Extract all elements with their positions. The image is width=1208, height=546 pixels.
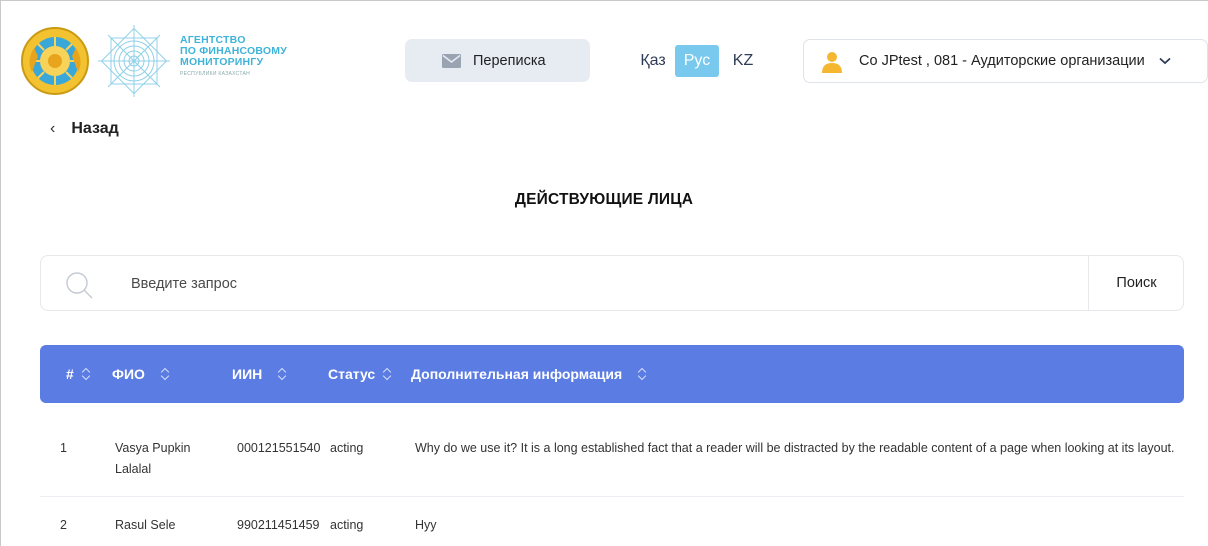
user-icon (822, 52, 842, 73)
column-header-status[interactable]: Статус (328, 366, 393, 382)
column-header-fio[interactable]: ФИО (112, 366, 171, 382)
table-header: # ФИО ИИН Статус Дополнительная информац… (40, 345, 1184, 403)
column-header-iin[interactable]: ИИН (232, 366, 288, 382)
agency-name: АГЕНТСТВО ПО ФИНАНСОВОМУ МОНИТОРИНГУ РЕС… (180, 35, 330, 78)
header: АГЕНТСТВО ПО ФИНАНСОВОМУ МОНИТОРИНГУ РЕС… (0, 0, 1208, 112)
column-label: ФИО (112, 366, 145, 382)
correspondence-label: Переписка (473, 52, 546, 69)
agency-logo-icon[interactable] (94, 22, 174, 100)
sort-icon[interactable] (278, 366, 288, 382)
sort-icon[interactable] (638, 366, 648, 382)
chevron-down-icon[interactable] (1159, 57, 1171, 65)
cell-number: 2 (60, 518, 67, 532)
sort-icon[interactable] (82, 366, 92, 382)
cell-number: 1 (60, 441, 67, 455)
sort-icon[interactable] (383, 366, 393, 382)
cell-info: Why do we use it? It is a long establish… (415, 441, 1175, 455)
table-row[interactable]: 1 Vasya Pupkin Lalalal 000121551540 acti… (40, 418, 1184, 497)
cell-iin: 990211451459 (237, 518, 320, 532)
search-input[interactable] (131, 270, 1031, 298)
column-header-info[interactable]: Дополнительная информация (411, 366, 648, 382)
column-header-number[interactable]: # (66, 366, 92, 382)
agency-name-line: МОНИТОРИНГУ (180, 56, 264, 68)
kazakhstan-emblem-icon[interactable] (20, 26, 90, 96)
table-row[interactable]: 2 Rasul Sele 990211451459 acting Hyy (40, 497, 1184, 546)
page-title: ДЕЙСТВУЮЩИЕ ЛИЦА (514, 191, 694, 208)
cell-fio: Rasul Sele (115, 518, 176, 532)
user-name: Co JPtest , 081 - Аудиторские организаци… (859, 53, 1145, 69)
language-kaz[interactable]: Қаз (635, 45, 671, 77)
language-rus[interactable]: Рус (675, 45, 719, 77)
cell-status: acting (330, 518, 364, 532)
search-icon (66, 272, 93, 299)
correspondence-button[interactable]: Переписка (405, 39, 590, 82)
column-label: # (66, 366, 74, 382)
cell-info: Hyy (415, 518, 437, 532)
sort-icon[interactable] (161, 366, 171, 382)
back-link[interactable]: ‹ Назад (50, 120, 119, 138)
agency-subline: РЕСПУБЛИКИ КАЗАХСТАН (180, 71, 251, 77)
back-label: Назад (71, 120, 119, 137)
column-label: Дополнительная информация (411, 366, 623, 382)
column-label: ИИН (232, 366, 263, 382)
search-button[interactable]: Поиск (1089, 256, 1184, 310)
column-label: Статус (328, 366, 376, 382)
envelope-icon (442, 54, 461, 68)
cell-fio: Vasya Pupkin Lalalal (115, 441, 191, 476)
chevron-left-icon: ‹ (50, 120, 56, 137)
user-menu[interactable]: Co JPtest , 081 - Аудиторские организаци… (803, 39, 1208, 83)
cell-iin: 000121551540 (237, 441, 321, 455)
search-bar: Поиск (40, 255, 1184, 311)
cell-status: acting (330, 441, 364, 455)
language-kz[interactable]: KZ (727, 45, 759, 77)
